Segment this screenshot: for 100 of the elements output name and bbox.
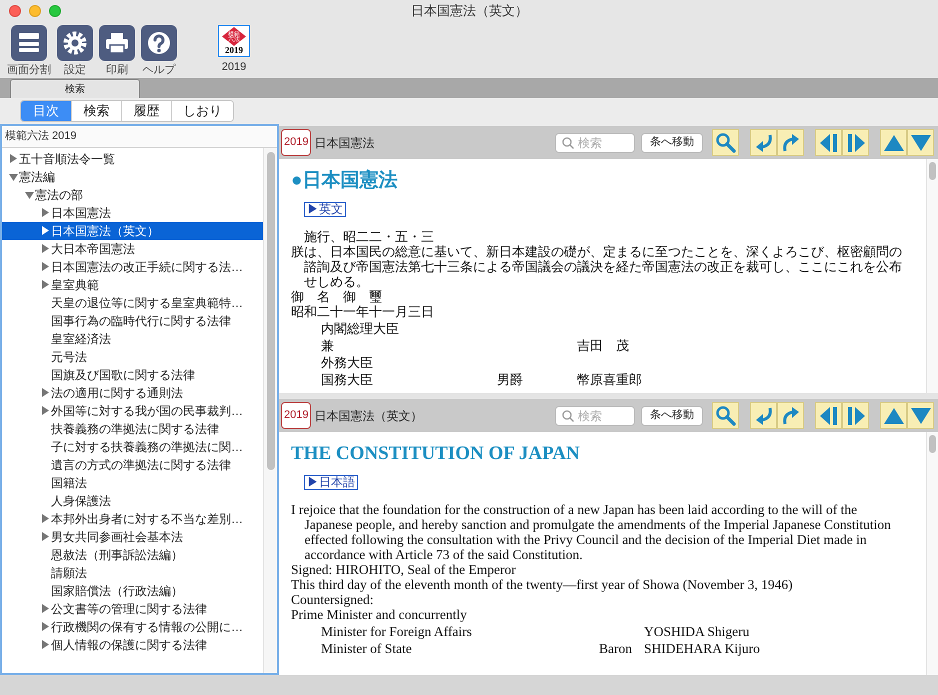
tree-item[interactable]: 皇室典範 xyxy=(2,276,263,294)
settings-icon xyxy=(57,25,93,61)
curved-arrow-right-button[interactable] xyxy=(777,129,804,156)
window-title: 日本国憲法（英文） xyxy=(411,2,528,20)
text-line: Countersigned: xyxy=(291,592,374,607)
down-button[interactable] xyxy=(907,402,934,429)
curved-arrow-left-button[interactable] xyxy=(750,129,777,156)
tree-item[interactable]: 法の適用に関する通則法 xyxy=(2,384,263,402)
previous-icon xyxy=(818,404,840,426)
text-line: Prime Minister and concurrently xyxy=(291,607,468,622)
tree-item[interactable]: 五十音順法令一覧 xyxy=(2,150,263,168)
signatory-title: 国務大臣 xyxy=(321,372,374,387)
signatory-title: 外務大臣 xyxy=(321,355,374,370)
search-icon xyxy=(562,410,574,422)
toolbar-button[interactable]: 印刷 xyxy=(98,22,136,78)
tree-item[interactable]: 天皇の退位等に関する皇室典範特… xyxy=(2,294,263,312)
signatory-title: 内閣総理大臣 xyxy=(321,321,400,336)
language-link[interactable]: ▶日本語 xyxy=(304,475,358,490)
document-heading: THE CONSTITUTION OF JAPAN xyxy=(291,442,581,466)
up-button[interactable] xyxy=(880,402,907,429)
search-field[interactable]: 検索 xyxy=(555,132,635,152)
down-button[interactable] xyxy=(907,129,934,156)
search-icon xyxy=(714,404,736,426)
goto-article-button[interactable]: 条へ移動 xyxy=(641,406,703,426)
tree-item[interactable]: 憲法編 xyxy=(2,168,263,186)
tree-item[interactable]: 憲法の部 xyxy=(2,186,263,204)
signatory-name: 吉田 茂 xyxy=(577,338,630,353)
signatory-title: Minister of State xyxy=(321,641,413,656)
pane-title: 日本国憲法 xyxy=(314,134,374,152)
tree-item[interactable]: 国旗及び国歌に関する法律 xyxy=(2,366,263,384)
tab[interactable]: 検索 xyxy=(10,79,140,98)
signatory-name: SHIDEHARA Kijuro xyxy=(644,641,761,656)
search-input[interactable]: 検索 xyxy=(578,134,628,152)
tree-item[interactable]: 子に対する扶養義務の準拠法に関… xyxy=(2,438,263,456)
zoom-button[interactable] xyxy=(49,5,61,17)
signatory-title: Minister for Foreign Affairs xyxy=(321,624,473,639)
search-button[interactable] xyxy=(712,402,739,429)
signatory-name: YOSHIDA Shigeru xyxy=(644,624,750,639)
pane-title: 日本国憲法（英文） xyxy=(314,408,422,424)
tree-item[interactable]: 行政機関の保有する情報の公開に… xyxy=(2,618,263,636)
search-icon xyxy=(562,136,574,148)
tree-item[interactable]: 国家賠償法（行政法編） xyxy=(2,582,263,600)
preamble-paragraph: I rejoice that the foundation for the construction of a new Japan has been laid according to the will of the Japanese people, and hereby sanction and promulgate the amendments of the Imperial Japanese Constitution effected following the consultation with the Privy Council and the decision of the Imperial Diet made in accordance with Article 73 of the said Constitution. xyxy=(291,502,892,562)
tree-item[interactable]: 個人情報の保護に関する法律 xyxy=(2,636,263,654)
tree-item[interactable]: 恩赦法（刑事訴訟法編） xyxy=(2,546,263,564)
previous-button[interactable] xyxy=(815,129,842,156)
text-line: 御 名 御 璽 xyxy=(291,289,383,304)
tree-item[interactable]: 扶養義務の準拠法に関する法律 xyxy=(2,420,263,438)
tree-item[interactable]: 皇室経済法 xyxy=(2,330,263,348)
tree-item[interactable]: 国事行為の臨時代行に関する法律 xyxy=(2,312,263,330)
tree-item[interactable]: 日本国憲法 xyxy=(2,204,263,222)
collapsed-triangle-icon xyxy=(9,154,18,164)
tree-item[interactable]: 大日本帝国憲法 xyxy=(2,240,263,258)
search-button[interactable] xyxy=(712,129,739,156)
preamble-paragraph: 朕は、日本国民の総意に基いて、新日本建設の礎が、定まるに至つたことを、深くよろこび、枢密顧問の諮詢及び帝国憲法第七十三条による帝国議会の議決を経た帝国憲法の改正を裁可し、ここにこれを公布せしめる。 xyxy=(291,244,903,289)
tree-item[interactable]: 外国等に対する我が国の民事裁判… xyxy=(2,402,263,420)
signatory-title: 兼 xyxy=(321,338,335,353)
tree-item[interactable]: 遺言の方式の準拠法に関する法律 xyxy=(2,456,263,474)
search-input[interactable]: 検索 xyxy=(578,406,628,424)
text-line: This third day of the eleventh month of the twenty—first year of Showa (November 3, 1946) xyxy=(291,577,794,592)
goto-article-button[interactable]: 条へ移動 xyxy=(641,132,703,152)
previous-button[interactable] xyxy=(815,402,842,429)
tree-item[interactable]: 日本国憲法の改正手続に関する法… xyxy=(2,258,263,276)
tree-item[interactable]: 本邦外出身者に対する不当な差別… xyxy=(2,510,263,528)
toolbar-button[interactable]: 設定 xyxy=(56,22,94,78)
scrollbar-thumb[interactable] xyxy=(929,435,936,453)
tree-item[interactable]: 男女共同参画社会基本法 xyxy=(2,528,263,546)
language-link[interactable]: ▶英文 xyxy=(304,202,346,217)
toolbar-button[interactable]: 画面分割 xyxy=(6,22,52,78)
text-line: 昭和二十一年十一月三日 xyxy=(291,304,435,319)
next-button[interactable] xyxy=(842,402,869,429)
signatory-name: 幣原喜重郎 xyxy=(577,372,643,387)
next-button[interactable] xyxy=(842,129,869,156)
tree-item[interactable]: 国籍法 xyxy=(2,474,263,492)
tab[interactable]: しおり xyxy=(171,101,233,121)
tree-item[interactable]: 人身保護法 xyxy=(2,492,263,510)
previous-icon xyxy=(818,132,840,154)
enforcement-note: 施行、昭二二・五・三 xyxy=(303,229,435,244)
help-icon xyxy=(141,25,177,61)
rank-text: Baron xyxy=(598,641,633,656)
year-badge: 2019 xyxy=(281,129,312,156)
document-heading: ●日本国憲法 xyxy=(291,169,398,193)
minimize-button[interactable] xyxy=(29,5,41,17)
curved-arrow-right-button[interactable] xyxy=(777,402,804,429)
tree-item[interactable]: 請願法 xyxy=(2,564,263,582)
scrollbar-thumb[interactable] xyxy=(266,152,274,470)
up-button[interactable] xyxy=(880,129,907,156)
search-icon xyxy=(714,132,736,154)
tree-item[interactable]: 日本国憲法（英文） xyxy=(2,222,263,240)
text-line: Signed: HIROHITO, Seal of the Emperor xyxy=(291,562,517,577)
printer-icon xyxy=(99,25,135,61)
toolbar-button[interactable]: ヘルプ xyxy=(140,22,178,78)
rank-text: 男爵 xyxy=(497,372,524,387)
tree-item[interactable]: 公文書等の管理に関する法律 xyxy=(2,600,263,618)
scrollbar-thumb[interactable] xyxy=(929,162,936,180)
close-button[interactable] xyxy=(9,5,21,17)
sidebar-title: 模範六法 2019 xyxy=(5,128,77,144)
curved-arrow-left-button[interactable] xyxy=(750,402,777,429)
tree-item[interactable]: 元号法 xyxy=(2,348,263,366)
search-field[interactable]: 検索 xyxy=(555,406,635,426)
